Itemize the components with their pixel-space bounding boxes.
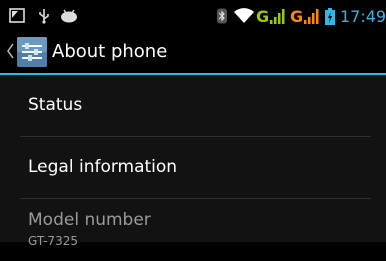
list-item-status[interactable]: Status <box>20 75 371 137</box>
list-item-label: Model number <box>28 210 151 230</box>
bluetooth-icon <box>216 8 228 28</box>
wifi-icon <box>233 7 255 28</box>
network-type-1: G <box>256 7 270 26</box>
action-bar[interactable]: About phone <box>0 31 386 73</box>
list-item-label: Status <box>28 95 83 115</box>
screenshot-icon <box>9 8 25 27</box>
page-title: About phone <box>52 41 168 62</box>
clock: 17:49 <box>340 7 386 26</box>
list-item-legal-information[interactable]: Legal information <box>20 137 371 199</box>
android-debug-icon <box>60 8 78 27</box>
battery-icon <box>325 8 335 29</box>
usb-icon <box>37 8 51 28</box>
list-item-label: Legal information <box>28 157 178 177</box>
signal-icon <box>304 9 320 28</box>
signal-icon <box>270 9 286 28</box>
list-item-model-number: Model number GT-7325 <box>20 199 371 261</box>
status-bar: G G 17:49 <box>0 0 386 31</box>
network-type-2: G <box>290 7 304 26</box>
settings-list: Status Legal information Model number GT… <box>0 75 386 248</box>
back-chevron-icon[interactable] <box>6 43 14 63</box>
list-item-value: GT-7325 <box>28 234 78 248</box>
settings-icon[interactable] <box>16 36 48 72</box>
